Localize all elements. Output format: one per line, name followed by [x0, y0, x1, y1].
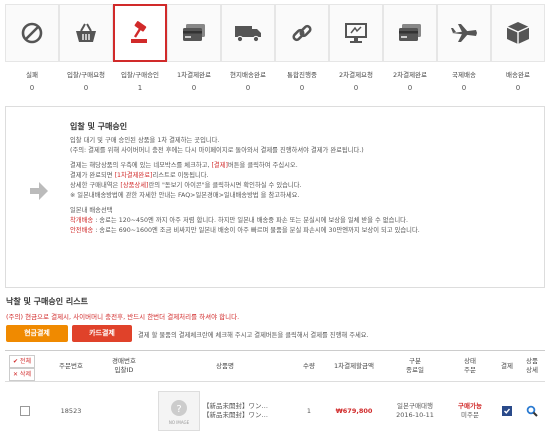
- check-icon: [504, 408, 511, 414]
- step-international-shipping[interactable]: 국제배송 0: [437, 0, 491, 102]
- step-count: 0: [191, 84, 197, 92]
- step-second-payment-request[interactable]: 2차결제요청 0: [329, 0, 383, 102]
- list-title: 낙찰 및 구매승인 리스트: [6, 297, 88, 306]
- svg-text:?: ?: [176, 404, 181, 415]
- step-second-payment-request-box[interactable]: [329, 4, 383, 62]
- airplane-icon: [451, 24, 477, 42]
- gavel-icon: [131, 21, 147, 43]
- step-second-payment-done[interactable]: 2차결제완료 0: [383, 0, 437, 102]
- info-line: 결제는 해당상품의 우측에 있는 네모박스를 체크하고, [결제]버튼을 클릭하…: [70, 162, 298, 169]
- header-detail: 상품 상세: [526, 357, 538, 374]
- step-count: 0: [29, 84, 35, 92]
- table-row: 18523 ? NO IMAGE 【新品未開封】ワン… 【新品未開封】ワン… 1 …: [5, 381, 545, 441]
- step-consolidation[interactable]: 통합진행중 0: [275, 0, 329, 102]
- header-status: 상태 주문: [464, 357, 476, 374]
- step-count: 0: [353, 84, 359, 92]
- step-failed[interactable]: 실패 0: [5, 0, 59, 102]
- ban-icon: [21, 22, 43, 44]
- select-all-button[interactable]: ✔ 전체: [9, 355, 35, 368]
- step-second-payment-done-box[interactable]: [383, 4, 437, 62]
- step-consolidation-box[interactable]: [275, 4, 329, 62]
- pay-checkbox[interactable]: [502, 406, 512, 416]
- header-qty: 수량: [303, 361, 315, 370]
- info-line: 입찰 대기 및 구매 승인된 상품을 1차 결제하는 곳입니다.: [70, 137, 220, 144]
- step-count: 0: [245, 84, 251, 92]
- step-failed-box[interactable]: [5, 4, 59, 62]
- truck-icon: [235, 26, 261, 43]
- magnifier-icon[interactable]: [526, 405, 538, 417]
- step-international-shipping-box[interactable]: [437, 4, 491, 62]
- payment-button-description: 결제 할 물품의 결제체크란에 체크해 주시고 결제버튼을 클릭해서 결제를 진…: [138, 332, 369, 339]
- header-bid-id: 경매번호 입찰ID: [112, 357, 136, 374]
- arrow-right-icon: [30, 182, 48, 200]
- order-no: 18523: [60, 406, 82, 415]
- header-type: 구분 종료일: [406, 357, 424, 374]
- no-image-label: NO IMAGE: [168, 420, 190, 425]
- step-bid-request-box[interactable]: [59, 4, 113, 62]
- header-order-no: 주문번호: [59, 361, 83, 370]
- info-line: 안전배송 : 송료는 690~1600엔 조금 비싸지만 일본내 배송이 아주 …: [70, 227, 420, 234]
- info-line: 일본내 배송선택: [70, 207, 113, 214]
- pay-checkbox-cell: [495, 381, 519, 441]
- step-count: 0: [515, 84, 521, 92]
- row-delete-checkbox[interactable]: [20, 406, 30, 416]
- product-thumbnail[interactable]: ? NO IMAGE: [158, 391, 200, 431]
- basket-icon: [76, 23, 96, 42]
- header-product: 상품명: [216, 361, 234, 370]
- info-title: 입찰 및 구매승인: [70, 122, 128, 131]
- step-first-payment-done-box[interactable]: [167, 4, 221, 62]
- product-thumbnail-cell: ? NO IMAGE: [155, 381, 203, 441]
- order-status-steps: 실패 0 입찰/구매요청 0 입찰/구매승인 1 1차결제완료 0 현지배송완료…: [5, 0, 545, 102]
- header-pay: 결제: [501, 361, 513, 370]
- step-bid-approved-box[interactable]: [113, 4, 167, 62]
- product-detail-cell: [519, 381, 545, 441]
- info-line: ※ 일본내배송방법에 관한 자세한 안내는 FAQ>일본경매>일내배송방법 을 …: [70, 192, 300, 199]
- bid-id: [93, 381, 155, 441]
- step-count: 0: [299, 84, 305, 92]
- card-icon: [399, 24, 421, 41]
- row-delete-checkbox-cell: [15, 381, 35, 441]
- info-line: 결제가 완료되면 [1차결제완료]리스트로 이동됩니다.: [70, 172, 209, 179]
- step-label: 배송완료: [506, 71, 530, 79]
- step-local-shipping-done[interactable]: 현지배송완료 0: [221, 0, 275, 102]
- product-name[interactable]: 【新品未開封】ワン… 【新品未開封】ワン…: [203, 381, 295, 441]
- first-payment-amount: ₩679,800: [335, 406, 373, 415]
- step-count: 1: [137, 84, 143, 92]
- step-bid-request[interactable]: 입찰/구매요청 0: [59, 0, 113, 102]
- step-count: 0: [83, 84, 89, 92]
- payment-notice: (주의) 현금으로 결제시, 사이버머니 충전후, 반드시 한번더 결제처리를 …: [6, 313, 240, 321]
- info-line: 착개배송 : 송료는 120~450엔 까지 아주 저렴 합니다. 하지만 일본…: [70, 217, 408, 224]
- info-panel: 입찰 및 구매승인 입찰 대기 및 구매 승인된 상품을 1차 결제하는 곳입니…: [5, 106, 545, 288]
- step-local-shipping-done-box[interactable]: [221, 4, 275, 62]
- header-first-payment: 1차결제할금액: [333, 361, 374, 370]
- step-delivered-box[interactable]: [491, 4, 545, 62]
- info-line: (주의: 결제를 위해 사이버머니 충전 후에는 다시 마이페이지로 돌아와서 …: [70, 147, 364, 154]
- order-status: 구매가능 미주문: [458, 402, 482, 419]
- box-icon: [506, 22, 530, 44]
- link-icon: [292, 24, 312, 42]
- step-count: 0: [461, 84, 467, 92]
- delete-button[interactable]: ✕ 삭제: [9, 368, 35, 381]
- order-type: 일본구매대행 2016-10-11: [396, 402, 434, 419]
- step-count: 0: [407, 84, 413, 92]
- step-bid-approved[interactable]: 입찰/구매승인 1: [113, 0, 167, 102]
- card-icon: [183, 24, 205, 41]
- card-payment-button[interactable]: 카드결제: [72, 325, 132, 342]
- cash-payment-button[interactable]: 현금결제: [6, 325, 68, 342]
- info-line: 상세한 구매내역은 [상품상세]란의 "돋보기 아이콘"을 클릭하시면 확인하실…: [70, 182, 302, 189]
- step-first-payment-done[interactable]: 1차결제완료 0: [167, 0, 221, 102]
- step-delivered[interactable]: 배송완료 0: [491, 0, 545, 102]
- quantity: 1: [306, 406, 312, 415]
- table-header: ✔ 전체 ✕ 삭제 주문번호 경매번호 입찰ID 상품명 수량 1차결제할금액 구…: [5, 350, 545, 382]
- monitor-icon: [345, 23, 367, 43]
